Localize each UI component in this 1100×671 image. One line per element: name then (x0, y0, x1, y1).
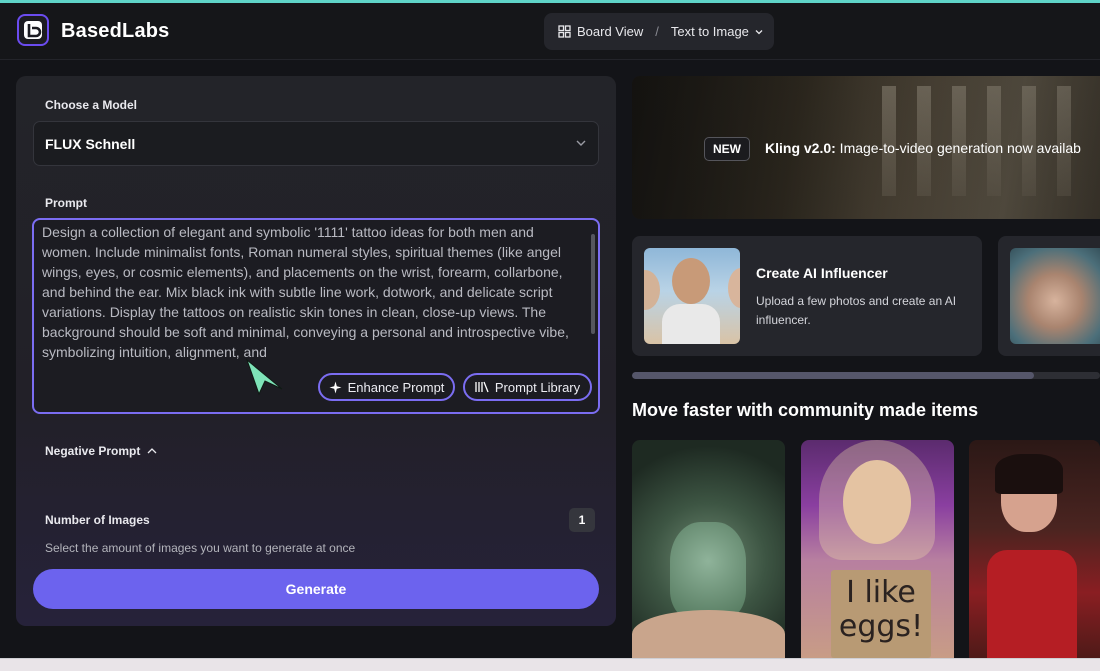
generate-button[interactable]: Generate (33, 569, 599, 609)
app-header: BasedLabs Board View / Text to Image (0, 3, 1100, 60)
brand-name[interactable]: BasedLabs (61, 20, 170, 43)
kling-banner[interactable]: NEW Kling v2.0: Image-to-video generatio… (632, 76, 1100, 219)
prompt-library-button[interactable]: Prompt Library (463, 373, 592, 401)
face-right (728, 268, 740, 308)
hand-shape (632, 610, 785, 658)
breadcrumb: Board View / Text to Image (544, 13, 774, 50)
chevron-down-icon (576, 140, 586, 146)
enhance-prompt-button[interactable]: Enhance Prompt (318, 373, 455, 401)
number-of-images-label: Number of Images (45, 513, 150, 527)
banner-headline-bold: Kling v2.0: (765, 140, 836, 156)
number-of-images-helper: Select the amount of images you want to … (45, 541, 356, 555)
mouse-cursor-icon (245, 358, 283, 396)
community-item-frog[interactable] (632, 440, 785, 658)
feature-thumbnail (1010, 248, 1100, 344)
chevron-up-icon (147, 448, 157, 454)
create-ai-influencer-card[interactable]: Create AI Influencer Upload a few photos… (632, 236, 982, 356)
banner-headline: Kling v2.0: Image-to-video generation no… (765, 140, 1081, 156)
community-section-title: Move faster with community made items (632, 400, 979, 420)
breadcrumb-separator: / (655, 24, 659, 39)
os-taskbar (0, 658, 1100, 671)
cardboard-sign: I like eggs! (831, 570, 931, 658)
model-select-value: FLUX Schnell (45, 136, 136, 152)
hair-shape (819, 440, 935, 560)
influencer-thumbnail (644, 248, 740, 344)
enhance-prompt-label: Enhance Prompt (347, 379, 445, 395)
face-center (672, 258, 710, 304)
new-badge: NEW (704, 137, 750, 161)
hair-shape (995, 454, 1063, 494)
grid-icon (558, 25, 571, 38)
carousel-progress-fill (632, 372, 1035, 379)
breadcrumb-current-label: Text to Image (670, 24, 749, 39)
model-label: Choose a Model (45, 98, 138, 112)
frog-figure (670, 522, 746, 620)
feature-card-partial[interactable] (998, 236, 1100, 356)
sparkle-icon (329, 381, 342, 393)
tank-top (662, 304, 720, 344)
model-select[interactable]: FLUX Schnell (33, 121, 599, 166)
card-title: Create AI Influencer (756, 265, 888, 281)
brand-logo-icon[interactable] (17, 14, 49, 46)
face-left (644, 270, 660, 310)
breadcrumb-board-label: Board View (577, 24, 644, 39)
card-description: Upload a few photos and create an AI inf… (756, 294, 957, 327)
banner-headline-rest: Image-to-video generation now availab (835, 140, 1081, 156)
prompt-library-label: Prompt Library (494, 379, 581, 395)
generation-panel: Choose a Model FLUX Schnell Prompt Desig… (16, 76, 616, 626)
library-icon (475, 381, 489, 393)
prompt-scrollbar[interactable] (591, 234, 595, 334)
prompt-label: Prompt (45, 196, 87, 210)
negative-prompt-label: Negative Prompt (45, 444, 141, 458)
community-item-sign[interactable]: I like eggs! (801, 440, 954, 658)
community-item-red-dress[interactable] (969, 440, 1100, 658)
prompt-textarea[interactable]: Design a collection of elegant and symbo… (32, 218, 600, 414)
chevron-down-icon (755, 29, 763, 34)
negative-prompt-toggle[interactable]: Negative Prompt (45, 444, 158, 458)
prompt-text: Design a collection of elegant and symbo… (42, 224, 569, 360)
number-of-images-value[interactable]: 1 (569, 508, 595, 532)
breadcrumb-text-to-image[interactable]: Text to Image (671, 24, 764, 39)
carousel-progress[interactable] (632, 372, 1100, 379)
red-dress (987, 550, 1077, 658)
breadcrumb-board-view[interactable]: Board View (558, 24, 643, 39)
